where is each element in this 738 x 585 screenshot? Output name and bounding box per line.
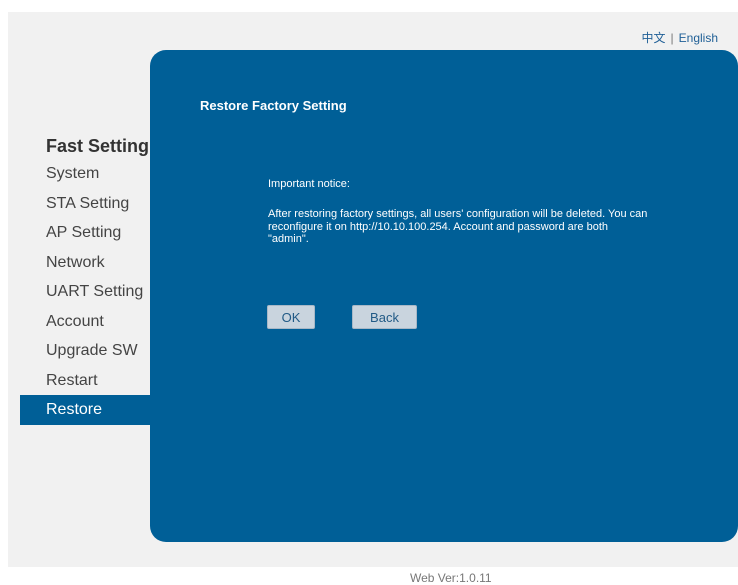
version-footer: Web Ver:1.0.11	[410, 571, 492, 585]
language-english-link[interactable]: English	[679, 31, 718, 45]
panel-title: Restore Factory Setting	[200, 98, 347, 113]
sidebar-item-ap-setting[interactable]: AP Setting	[20, 218, 165, 248]
back-button[interactable]: Back	[352, 305, 417, 329]
language-chinese-link[interactable]: 中文	[642, 31, 666, 45]
sidebar-item-restore[interactable]: Restore	[20, 395, 165, 425]
sidebar-item-network[interactable]: Network	[20, 248, 165, 278]
language-separator: |	[670, 31, 674, 45]
notice-title: Important notice:	[268, 178, 350, 190]
sidebar-item-restart[interactable]: Restart	[20, 366, 165, 396]
ok-button[interactable]: OK	[267, 305, 315, 329]
sidebar-item-upgrade-sw[interactable]: Upgrade SW	[20, 336, 165, 366]
sidebar-item-uart-setting[interactable]: UART Setting	[20, 277, 165, 307]
notice-body: After restoring factory settings, all us…	[268, 208, 648, 246]
restore-panel: Restore Factory Setting Important notice…	[150, 50, 738, 542]
sidebar-item-sta-setting[interactable]: STA Setting	[20, 189, 165, 219]
language-switcher: 中文 | English	[642, 29, 719, 46]
nav-title: Fast Setting	[46, 136, 150, 156]
sidebar-item-account[interactable]: Account	[20, 307, 165, 337]
sidebar-nav: Fast Setting System STA Setting AP Setti…	[20, 134, 165, 425]
sidebar-item-system[interactable]: System	[20, 159, 165, 189]
